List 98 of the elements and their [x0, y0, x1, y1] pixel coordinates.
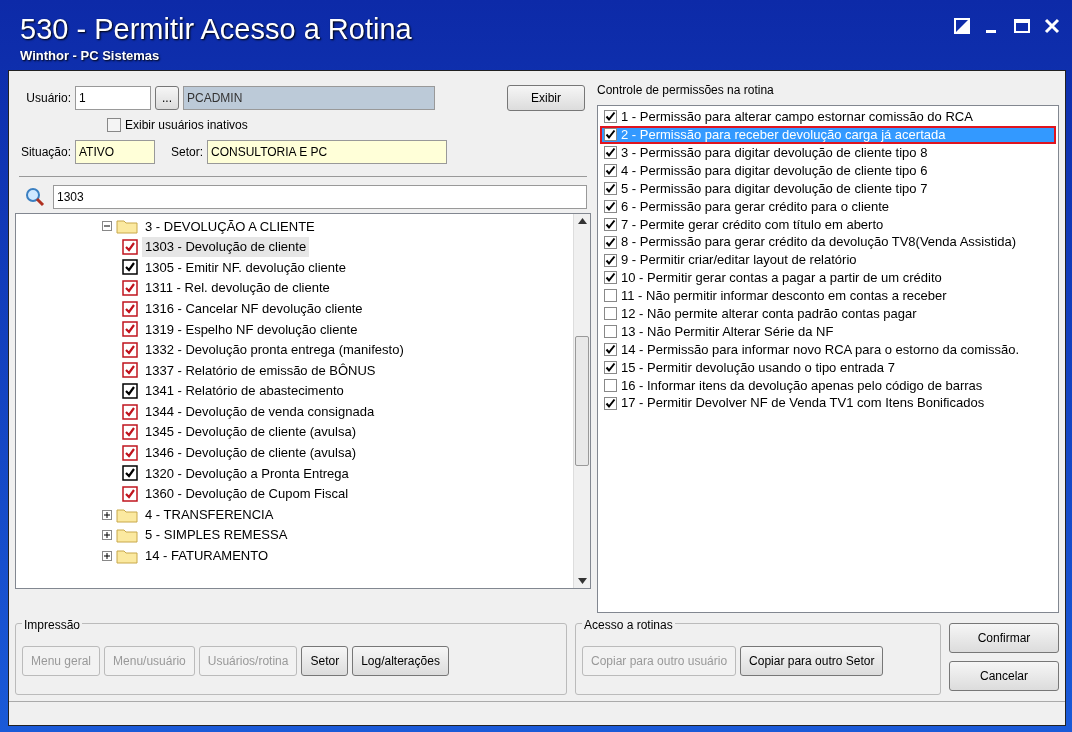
tree-item[interactable]: 1346 - Devolução de cliente (avulsa) — [142, 443, 359, 463]
tree-item[interactable]: 5 - SIMPLES REMESSA — [142, 525, 291, 545]
checkbox[interactable] — [122, 280, 138, 297]
action-button[interactable]: Confirmar — [949, 623, 1059, 653]
checkbox[interactable] — [604, 378, 617, 392]
permission-item[interactable]: 15 - Permitir devolução usando o tipo entrada 7 — [600, 358, 1056, 377]
permission-item[interactable]: 4 - Permissão para digitar devolução de cliente tipo 6 — [600, 161, 1056, 180]
permission-item[interactable]: 1 - Permissão para alterar campo estornar comissão do RCA — [600, 108, 1056, 126]
status-field: ATIVO — [75, 140, 155, 164]
restore-icon[interactable] — [954, 18, 970, 34]
tree-item[interactable]: 14 - FATURAMENTO — [142, 546, 272, 566]
checkbox[interactable] — [122, 403, 138, 420]
checkbox[interactable] — [604, 325, 617, 339]
scroll-down-icon[interactable] — [577, 578, 587, 584]
checkbox[interactable] — [604, 199, 617, 213]
status-label: Situação: — [19, 144, 71, 161]
permission-item[interactable]: 13 - Não Permitir Alterar Série da NF — [600, 322, 1056, 341]
expand-icon[interactable] — [102, 509, 112, 520]
sector-label: Setor: — [171, 144, 203, 161]
checkbox[interactable] — [604, 343, 617, 356]
tree-item[interactable]: 1341 - Relatório de abastecimento — [142, 381, 347, 401]
scrollbar-thumb[interactable] — [575, 336, 589, 466]
checkbox[interactable] — [604, 396, 617, 410]
user-name-field: PCADMIN — [183, 86, 435, 110]
tree-item[interactable]: 1303 - Devolução de cliente — [142, 237, 310, 257]
folder-icon — [116, 218, 138, 235]
checkbox[interactable] — [107, 118, 121, 132]
tree-item[interactable]: 1332 - Devolução pronta entrega (manifesto) — [142, 340, 407, 360]
sector-field: CONSULTORIA E PC — [207, 140, 447, 164]
permission-item[interactable]: 5 - Permissão para digitar devolução de cliente tipo 7 — [600, 179, 1056, 198]
search-icon — [25, 187, 45, 207]
lookup-button[interactable]: ... — [155, 86, 179, 110]
tree-item[interactable]: 1305 - Emitir NF. devolução cliente — [142, 257, 349, 278]
permission-item[interactable]: 16 - Informar itens da devolução apenas pelo código de barras — [600, 376, 1056, 395]
action-button[interactable]: Copiar para outro Setor — [740, 646, 884, 676]
tree-item[interactable]: 1337 - Relatório de emissão de BÔNUS — [142, 360, 379, 381]
tree-item[interactable]: 1345 - Devolução de cliente (avulsa) — [142, 422, 359, 442]
checkbox[interactable] — [122, 383, 138, 400]
window-title: 530 - Permitir Acesso a Rotina — [20, 14, 412, 46]
checkbox[interactable] — [604, 360, 617, 374]
show-button[interactable]: Exibir — [507, 85, 585, 111]
tree-item[interactable]: 1316 - Cancelar NF devolução cliente — [142, 298, 366, 319]
checkbox[interactable] — [604, 146, 617, 160]
permission-item[interactable]: 9 - Permitir criar/editar layout de relatório — [600, 251, 1056, 269]
permission-item[interactable]: 3 - Permissão para digitar devolução de cliente tipo 8 — [600, 143, 1056, 162]
scroll-up-icon[interactable] — [577, 218, 587, 224]
tree-item[interactable]: 1319 - Espelho NF devolução cliente — [142, 319, 361, 339]
checkbox[interactable] — [604, 307, 617, 321]
maximize-icon[interactable] — [1014, 18, 1030, 34]
checkbox[interactable] — [122, 300, 138, 317]
folder-icon — [116, 527, 138, 544]
permission-item[interactable]: 14 - Permissão para informar novo RCA para o estorno da comissão. — [600, 340, 1056, 359]
checkbox[interactable] — [122, 444, 138, 461]
checkbox[interactable] — [122, 321, 138, 338]
checkbox[interactable] — [122, 238, 138, 255]
tree-item[interactable]: 1320 - Devolução a Pronta Entrega — [142, 463, 352, 484]
checkbox[interactable] — [604, 235, 617, 249]
folder-icon — [116, 506, 138, 523]
expand-icon[interactable] — [102, 530, 112, 541]
checkbox[interactable] — [604, 128, 617, 142]
checkbox[interactable] — [604, 217, 617, 231]
checkbox[interactable] — [122, 341, 138, 358]
tree-item[interactable]: 4 - TRANSFERENCIA — [142, 504, 277, 525]
checkbox[interactable] — [122, 424, 138, 441]
close-icon[interactable] — [1044, 18, 1060, 34]
user-code-field[interactable]: 1 — [75, 86, 151, 110]
checkbox[interactable] — [122, 259, 138, 276]
tree-item[interactable]: 3 - DEVOLUÇÃO A CLIENTE — [142, 216, 318, 237]
checkbox[interactable] — [604, 271, 617, 285]
expand-icon[interactable] — [102, 550, 112, 561]
user-label: Usuário: — [25, 90, 71, 107]
action-button[interactable]: Cancelar — [949, 661, 1059, 691]
tree-item[interactable]: 1344 - Devolução de venda consignada — [142, 401, 378, 422]
search-field[interactable]: 1303 — [53, 185, 587, 209]
checkbox[interactable] — [604, 253, 617, 267]
checkbox[interactable] — [122, 486, 138, 502]
permission-item[interactable]: 10 - Permitir gerar contas a pagar a partir de um crédito — [600, 269, 1056, 287]
permission-item[interactable]: 7 - Permite gerar crédito com título em aberto — [600, 215, 1056, 234]
folder-icon — [116, 547, 138, 564]
checkbox[interactable] — [122, 362, 138, 379]
checkbox[interactable] — [604, 110, 617, 124]
permission-item[interactable]: 8 - Permissão para gerar crédito da devolução TV8(Venda Assistida) — [600, 233, 1056, 252]
checkbox[interactable] — [122, 465, 138, 482]
tree-item[interactable]: 1311 - Rel. devolução de cliente — [142, 278, 333, 298]
permission-item[interactable]: 6 - Permissão para gerar crédito para o cliente — [600, 197, 1056, 216]
checkbox[interactable] — [604, 289, 617, 303]
action-button[interactable]: Log/alterações — [352, 646, 449, 676]
action-button[interactable]: Setor — [301, 646, 349, 676]
permission-item[interactable]: 11 - Não permitir informar desconto em contas a receber — [600, 286, 1056, 305]
checkbox[interactable] — [604, 182, 617, 195]
checkbox-label: Exibir usuários inativos — [125, 117, 248, 134]
window-subtitle: Winthor - PC Sistemas — [20, 46, 161, 65]
permission-item[interactable]: 12 - Não permite alterar conta padrão contas pagar — [600, 304, 1056, 323]
permission-item[interactable]: 17 - Permitir Devolver NF de Venda TV1 com Itens Bonificados — [600, 394, 1056, 413]
tree-item[interactable]: 1360 - Devolução de Cupom Fiscal — [142, 484, 352, 504]
collapse-icon[interactable] — [102, 221, 112, 232]
permissions-title: Controle de permissões na rotina — [597, 82, 775, 99]
checkbox[interactable] — [604, 164, 617, 178]
